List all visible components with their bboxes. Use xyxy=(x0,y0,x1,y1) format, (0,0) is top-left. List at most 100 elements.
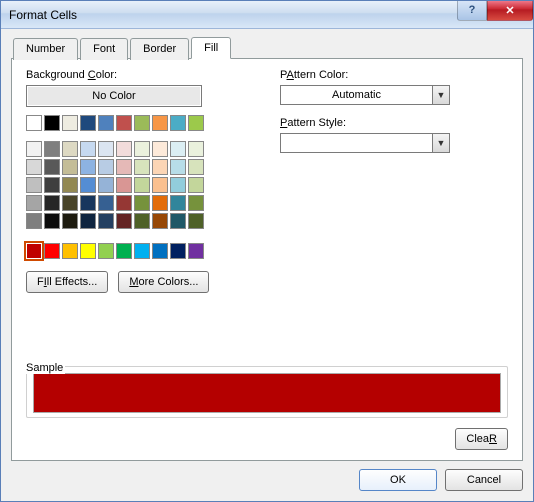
color-swatch[interactable] xyxy=(26,177,42,193)
color-swatch[interactable] xyxy=(80,141,96,157)
color-swatch[interactable] xyxy=(170,213,186,229)
tab-strip: NumberFontBorderFill xyxy=(11,37,523,59)
color-swatch[interactable] xyxy=(170,141,186,157)
color-swatch[interactable] xyxy=(62,243,78,259)
help-button[interactable]: ? xyxy=(457,1,487,21)
color-swatch[interactable] xyxy=(98,141,114,157)
color-swatch[interactable] xyxy=(98,195,114,211)
sample-label: Sample xyxy=(26,362,65,374)
color-swatch[interactable] xyxy=(134,195,150,211)
color-swatch[interactable] xyxy=(134,159,150,175)
theme-colors-shades xyxy=(26,139,244,231)
color-swatch[interactable] xyxy=(44,141,60,157)
color-swatch[interactable] xyxy=(62,195,78,211)
color-swatch[interactable] xyxy=(80,195,96,211)
color-swatch[interactable] xyxy=(80,115,96,131)
color-swatch[interactable] xyxy=(188,159,204,175)
color-swatch[interactable] xyxy=(44,159,60,175)
pattern-color-combo[interactable]: Automatic ▼ xyxy=(280,85,450,105)
color-swatch[interactable] xyxy=(80,213,96,229)
tab-panel-fill: Background Color: No Color FIll Effects.… xyxy=(11,58,523,461)
color-swatch[interactable] xyxy=(98,213,114,229)
color-swatch[interactable] xyxy=(152,243,168,259)
color-swatch[interactable] xyxy=(134,141,150,157)
color-swatch[interactable] xyxy=(44,243,60,259)
background-color-label: Background Color: xyxy=(26,69,244,81)
color-swatch[interactable] xyxy=(134,213,150,229)
color-swatch[interactable] xyxy=(116,159,132,175)
color-swatch[interactable] xyxy=(62,159,78,175)
color-swatch[interactable] xyxy=(62,115,78,131)
dialog-footer: OK Cancel xyxy=(11,461,523,491)
color-swatch[interactable] xyxy=(170,177,186,193)
color-swatch[interactable] xyxy=(98,177,114,193)
color-swatch[interactable] xyxy=(62,177,78,193)
color-swatch[interactable] xyxy=(98,115,114,131)
color-swatch[interactable] xyxy=(62,213,78,229)
sample-group: Sample xyxy=(26,354,508,418)
color-swatch[interactable] xyxy=(116,115,132,131)
color-swatch[interactable] xyxy=(116,195,132,211)
pattern-color-label: PAttern Color: xyxy=(280,69,508,81)
tab-fill[interactable]: Fill xyxy=(191,37,231,59)
more-colors-button[interactable]: More Colors... xyxy=(118,271,209,293)
color-swatch[interactable] xyxy=(26,115,42,131)
color-swatch[interactable] xyxy=(134,115,150,131)
chevron-down-icon[interactable]: ▼ xyxy=(432,86,449,104)
standard-colors xyxy=(26,241,244,261)
sample-preview xyxy=(33,373,501,413)
titlebar[interactable]: Format Cells ? ✕ xyxy=(1,1,533,29)
color-swatch[interactable] xyxy=(170,159,186,175)
color-swatch[interactable] xyxy=(44,213,60,229)
color-swatch[interactable] xyxy=(62,141,78,157)
color-swatch[interactable] xyxy=(80,243,96,259)
cancel-button[interactable]: Cancel xyxy=(445,469,523,491)
color-swatch[interactable] xyxy=(26,213,42,229)
color-swatch[interactable] xyxy=(152,141,168,157)
color-swatch[interactable] xyxy=(134,177,150,193)
color-swatch[interactable] xyxy=(80,177,96,193)
color-swatch[interactable] xyxy=(98,159,114,175)
color-swatch[interactable] xyxy=(188,213,204,229)
color-swatch[interactable] xyxy=(134,243,150,259)
color-swatch[interactable] xyxy=(170,243,186,259)
window-title: Format Cells xyxy=(9,8,457,22)
color-swatch[interactable] xyxy=(152,177,168,193)
color-swatch[interactable] xyxy=(152,213,168,229)
fill-effects-button[interactable]: FIll Effects... xyxy=(26,271,108,293)
close-button[interactable]: ✕ xyxy=(487,1,533,21)
color-swatch[interactable] xyxy=(170,115,186,131)
pattern-style-combo[interactable]: ▼ xyxy=(280,133,450,153)
color-swatch[interactable] xyxy=(26,141,42,157)
color-swatch[interactable] xyxy=(26,159,42,175)
tab-font[interactable]: Font xyxy=(80,38,128,60)
ok-button[interactable]: OK xyxy=(359,469,437,491)
color-swatch[interactable] xyxy=(152,159,168,175)
color-swatch[interactable] xyxy=(188,195,204,211)
format-cells-dialog: Format Cells ? ✕ NumberFontBorderFill Ba… xyxy=(0,0,534,502)
color-swatch[interactable] xyxy=(116,243,132,259)
tab-number[interactable]: Number xyxy=(13,38,78,60)
color-swatch[interactable] xyxy=(98,243,114,259)
color-swatch[interactable] xyxy=(44,177,60,193)
color-swatch[interactable] xyxy=(26,243,42,259)
color-swatch[interactable] xyxy=(44,195,60,211)
no-color-button[interactable]: No Color xyxy=(26,85,202,107)
tab-border[interactable]: Border xyxy=(130,38,189,60)
color-swatch[interactable] xyxy=(152,195,168,211)
color-swatch[interactable] xyxy=(188,177,204,193)
color-swatch[interactable] xyxy=(116,141,132,157)
chevron-down-icon[interactable]: ▼ xyxy=(432,134,449,152)
color-swatch[interactable] xyxy=(188,243,204,259)
color-swatch[interactable] xyxy=(188,141,204,157)
color-swatch[interactable] xyxy=(170,195,186,211)
color-swatch[interactable] xyxy=(116,213,132,229)
color-swatch[interactable] xyxy=(152,115,168,131)
clear-button[interactable]: CleaR xyxy=(455,428,508,450)
color-swatch[interactable] xyxy=(26,195,42,211)
color-swatch[interactable] xyxy=(80,159,96,175)
color-swatch[interactable] xyxy=(44,115,60,131)
pattern-style-label: Pattern Style: xyxy=(280,117,508,129)
color-swatch[interactable] xyxy=(188,115,204,131)
color-swatch[interactable] xyxy=(116,177,132,193)
